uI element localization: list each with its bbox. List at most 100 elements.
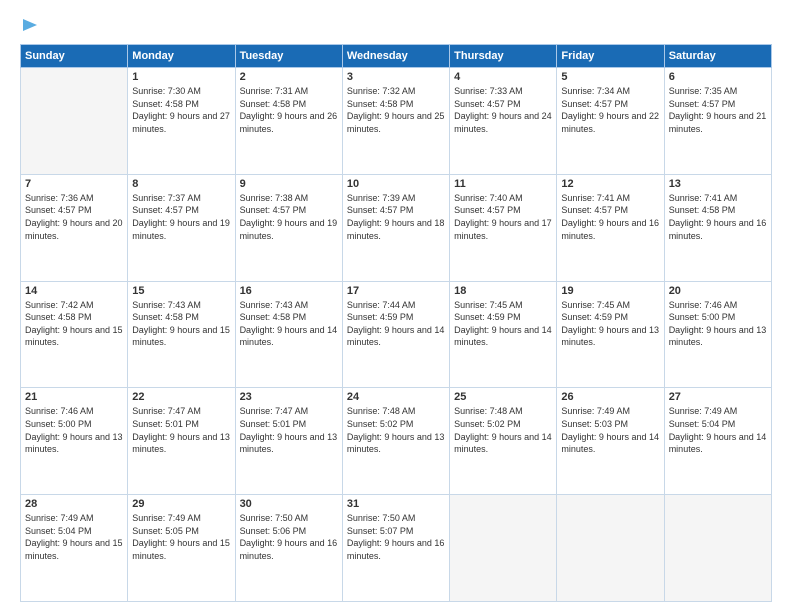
header xyxy=(20,18,772,34)
day-number: 30 xyxy=(240,498,338,510)
day-number: 29 xyxy=(132,498,230,510)
day-info: Sunrise: 7:42 AMSunset: 4:58 PMDaylight:… xyxy=(25,299,123,349)
day-number: 13 xyxy=(669,178,767,190)
calendar-cell: 13 Sunrise: 7:41 AMSunset: 4:58 PMDayligh… xyxy=(664,174,771,281)
day-number: 2 xyxy=(240,71,338,83)
day-info: Sunrise: 7:37 AMSunset: 4:57 PMDaylight:… xyxy=(132,192,230,242)
weekday-header-row: SundayMondayTuesdayWednesdayThursdayFrid… xyxy=(21,45,772,68)
day-info: Sunrise: 7:46 AMSunset: 5:00 PMDaylight:… xyxy=(669,299,767,349)
calendar-cell: 11 Sunrise: 7:40 AMSunset: 4:57 PMDayligh… xyxy=(450,174,557,281)
day-number: 17 xyxy=(347,285,445,297)
day-info: Sunrise: 7:39 AMSunset: 4:57 PMDaylight:… xyxy=(347,192,445,242)
day-info: Sunrise: 7:31 AMSunset: 4:58 PMDaylight:… xyxy=(240,85,338,135)
day-info: Sunrise: 7:45 AMSunset: 4:59 PMDaylight:… xyxy=(454,299,552,349)
weekday-header-saturday: Saturday xyxy=(664,45,771,68)
calendar-cell: 14 Sunrise: 7:42 AMSunset: 4:58 PMDayligh… xyxy=(21,281,128,388)
day-info: Sunrise: 7:49 AMSunset: 5:04 PMDaylight:… xyxy=(669,405,767,455)
calendar-cell: 24 Sunrise: 7:48 AMSunset: 5:02 PMDayligh… xyxy=(342,388,449,495)
day-info: Sunrise: 7:50 AMSunset: 5:06 PMDaylight:… xyxy=(240,512,338,562)
calendar-cell: 23 Sunrise: 7:47 AMSunset: 5:01 PMDayligh… xyxy=(235,388,342,495)
calendar-cell: 3Sunrise: 7:32 AMSunset: 4:58 PMDaylight… xyxy=(342,68,449,175)
day-number: 21 xyxy=(25,391,123,403)
day-number: 10 xyxy=(347,178,445,190)
calendar-cell: 29 Sunrise: 7:49 AMSunset: 5:05 PMDayligh… xyxy=(128,495,235,602)
day-info: Sunrise: 7:41 AMSunset: 4:57 PMDaylight:… xyxy=(561,192,659,242)
calendar-cell: 28 Sunrise: 7:49 AMSunset: 5:04 PMDayligh… xyxy=(21,495,128,602)
day-info: Sunrise: 7:49 AMSunset: 5:05 PMDaylight:… xyxy=(132,512,230,562)
day-info: Sunrise: 7:50 AMSunset: 5:07 PMDaylight:… xyxy=(347,512,445,562)
calendar-cell: 9 Sunrise: 7:38 AMSunset: 4:57 PMDaylight… xyxy=(235,174,342,281)
calendar-cell: 5 Sunrise: 7:34 AMSunset: 4:57 PMDaylight… xyxy=(557,68,664,175)
day-number: 25 xyxy=(454,391,552,403)
day-info: Sunrise: 7:40 AMSunset: 4:57 PMDaylight:… xyxy=(454,192,552,242)
calendar-cell xyxy=(557,495,664,602)
day-number: 31 xyxy=(347,498,445,510)
day-number: 12 xyxy=(561,178,659,190)
day-info: Sunrise: 7:48 AMSunset: 5:02 PMDaylight:… xyxy=(347,405,445,455)
day-info: Sunrise: 7:43 AMSunset: 4:58 PMDaylight:… xyxy=(132,299,230,349)
calendar-cell xyxy=(664,495,771,602)
day-info: Sunrise: 7:48 AMSunset: 5:02 PMDaylight:… xyxy=(454,405,552,455)
page: SundayMondayTuesdayWednesdayThursdayFrid… xyxy=(0,0,792,612)
calendar-cell: 20 Sunrise: 7:46 AMSunset: 5:00 PMDayligh… xyxy=(664,281,771,388)
day-info: Sunrise: 7:44 AMSunset: 4:59 PMDaylight:… xyxy=(347,299,445,349)
day-info: Sunrise: 7:45 AMSunset: 4:59 PMDaylight:… xyxy=(561,299,659,349)
calendar-cell: 18 Sunrise: 7:45 AMSunset: 4:59 PMDayligh… xyxy=(450,281,557,388)
day-number: 19 xyxy=(561,285,659,297)
day-info: Sunrise: 7:36 AMSunset: 4:57 PMDaylight:… xyxy=(25,192,123,242)
day-number: 28 xyxy=(25,498,123,510)
day-number: 26 xyxy=(561,391,659,403)
weekday-header-wednesday: Wednesday xyxy=(342,45,449,68)
day-number: 8 xyxy=(132,178,230,190)
day-number: 4 xyxy=(454,71,552,83)
logo xyxy=(20,18,39,34)
day-number: 24 xyxy=(347,391,445,403)
calendar-week-1: 1 Sunrise: 7:30 AMSunset: 4:58 PMDaylight… xyxy=(21,68,772,175)
calendar-week-5: 28 Sunrise: 7:49 AMSunset: 5:04 PMDayligh… xyxy=(21,495,772,602)
weekday-header-tuesday: Tuesday xyxy=(235,45,342,68)
day-number: 23 xyxy=(240,391,338,403)
calendar-cell: 30 Sunrise: 7:50 AMSunset: 5:06 PMDayligh… xyxy=(235,495,342,602)
day-info: Sunrise: 7:30 AMSunset: 4:58 PMDaylight:… xyxy=(132,85,230,135)
calendar-cell: 4Sunrise: 7:33 AMSunset: 4:57 PMDaylight… xyxy=(450,68,557,175)
day-number: 11 xyxy=(454,178,552,190)
calendar-cell: 8 Sunrise: 7:37 AMSunset: 4:57 PMDaylight… xyxy=(128,174,235,281)
calendar-cell: 19 Sunrise: 7:45 AMSunset: 4:59 PMDayligh… xyxy=(557,281,664,388)
calendar-cell: 6Sunrise: 7:35 AMSunset: 4:57 PMDaylight… xyxy=(664,68,771,175)
day-info: Sunrise: 7:47 AMSunset: 5:01 PMDaylight:… xyxy=(240,405,338,455)
weekday-header-thursday: Thursday xyxy=(450,45,557,68)
day-number: 14 xyxy=(25,285,123,297)
calendar-cell: 17 Sunrise: 7:44 AMSunset: 4:59 PMDayligh… xyxy=(342,281,449,388)
day-info: Sunrise: 7:35 AMSunset: 4:57 PMDaylight:… xyxy=(669,85,767,135)
day-number: 1 xyxy=(132,71,230,83)
day-number: 5 xyxy=(561,71,659,83)
day-number: 9 xyxy=(240,178,338,190)
weekday-header-friday: Friday xyxy=(557,45,664,68)
weekday-header-monday: Monday xyxy=(128,45,235,68)
day-info: Sunrise: 7:34 AMSunset: 4:57 PMDaylight:… xyxy=(561,85,659,135)
day-number: 20 xyxy=(669,285,767,297)
calendar-cell: 12 Sunrise: 7:41 AMSunset: 4:57 PMDayligh… xyxy=(557,174,664,281)
calendar-week-2: 7 Sunrise: 7:36 AMSunset: 4:57 PMDaylight… xyxy=(21,174,772,281)
calendar-cell: 27 Sunrise: 7:49 AMSunset: 5:04 PMDayligh… xyxy=(664,388,771,495)
calendar-cell: 22Sunrise: 7:47 AMSunset: 5:01 PMDayligh… xyxy=(128,388,235,495)
calendar-cell: 10 Sunrise: 7:39 AMSunset: 4:57 PMDayligh… xyxy=(342,174,449,281)
day-info: Sunrise: 7:32 AMSunset: 4:58 PMDaylight:… xyxy=(347,85,445,135)
calendar-week-3: 14 Sunrise: 7:42 AMSunset: 4:58 PMDayligh… xyxy=(21,281,772,388)
calendar-cell: 21Sunrise: 7:46 AMSunset: 5:00 PMDayligh… xyxy=(21,388,128,495)
calendar-cell: 1 Sunrise: 7:30 AMSunset: 4:58 PMDaylight… xyxy=(128,68,235,175)
calendar-cell: 2 Sunrise: 7:31 AMSunset: 4:58 PMDaylight… xyxy=(235,68,342,175)
day-info: Sunrise: 7:49 AMSunset: 5:04 PMDaylight:… xyxy=(25,512,123,562)
calendar-cell: 26 Sunrise: 7:49 AMSunset: 5:03 PMDayligh… xyxy=(557,388,664,495)
logo-arrow-icon xyxy=(21,16,39,34)
calendar-week-4: 21Sunrise: 7:46 AMSunset: 5:00 PMDayligh… xyxy=(21,388,772,495)
day-info: Sunrise: 7:38 AMSunset: 4:57 PMDaylight:… xyxy=(240,192,338,242)
day-number: 27 xyxy=(669,391,767,403)
calendar-cell: 25 Sunrise: 7:48 AMSunset: 5:02 PMDayligh… xyxy=(450,388,557,495)
day-number: 18 xyxy=(454,285,552,297)
day-info: Sunrise: 7:41 AMSunset: 4:58 PMDaylight:… xyxy=(669,192,767,242)
calendar-cell: 15Sunrise: 7:43 AMSunset: 4:58 PMDayligh… xyxy=(128,281,235,388)
day-info: Sunrise: 7:49 AMSunset: 5:03 PMDaylight:… xyxy=(561,405,659,455)
day-number: 7 xyxy=(25,178,123,190)
calendar-cell xyxy=(450,495,557,602)
